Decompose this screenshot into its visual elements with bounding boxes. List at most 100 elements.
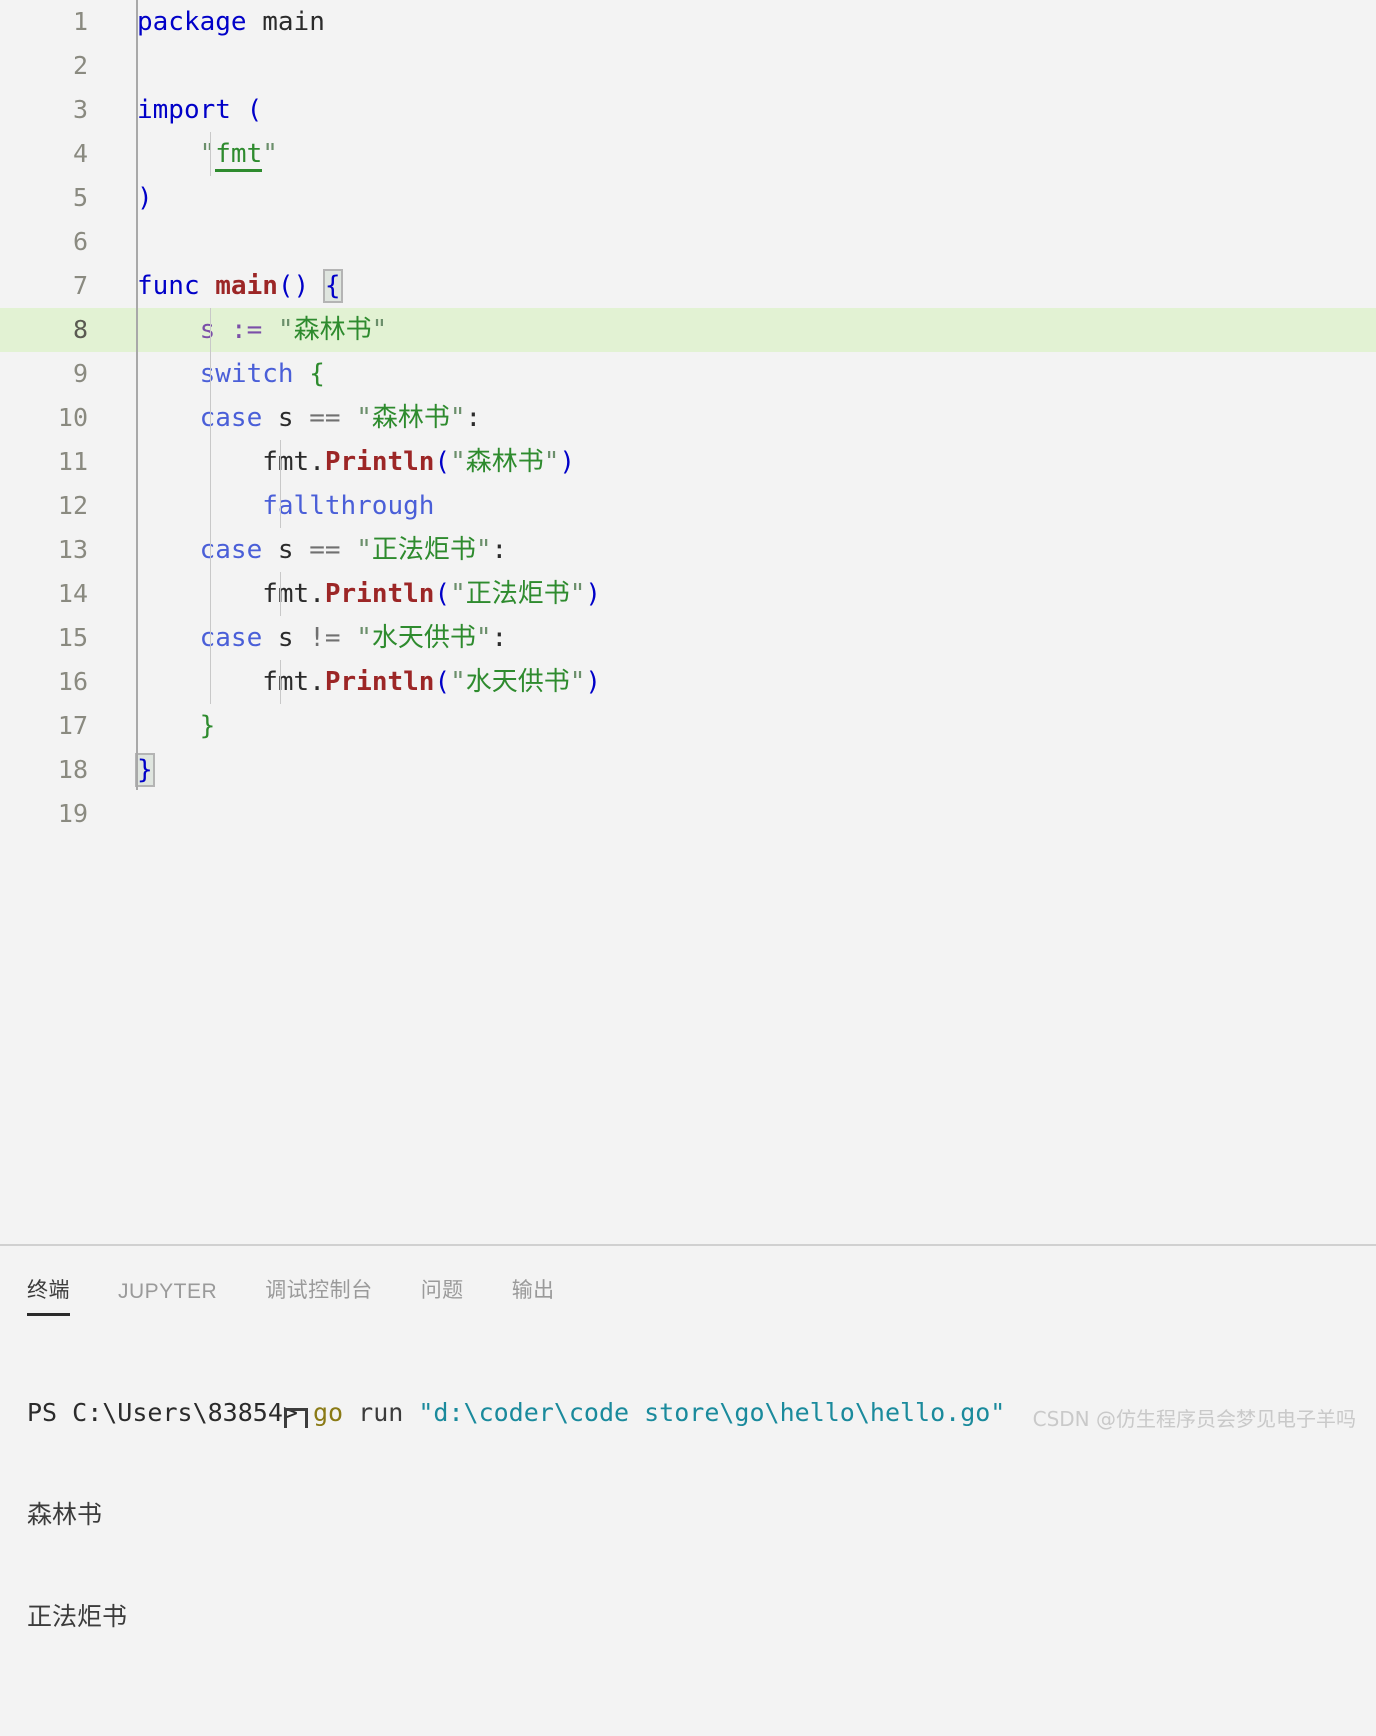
code-line[interactable]: 12 fallthrough xyxy=(0,484,1376,528)
code-line[interactable]: 11 fmt.Println("森林书") xyxy=(0,440,1376,484)
line-number: 1 xyxy=(72,7,88,36)
panel-tab-bar[interactable]: 终端 JUPYTER 调试控制台 问题 输出 xyxy=(0,1246,1376,1316)
line-number: 17 xyxy=(57,711,88,740)
line-number: 12 xyxy=(57,491,88,520)
tab-output[interactable]: 输出 xyxy=(512,1274,555,1316)
code-line[interactable]: 5 ) xyxy=(0,176,1376,220)
code-line[interactable]: 13 case s == "正法炬书": xyxy=(0,528,1376,572)
token-operator: == xyxy=(309,535,341,565)
token-string: 森林书 xyxy=(465,447,544,477)
line-number: 11 xyxy=(57,447,88,476)
code-line[interactable]: 6 xyxy=(0,220,1376,264)
line-content: case s != "水天供书": xyxy=(137,616,1376,660)
token-quote: " xyxy=(262,139,278,169)
line-content: func main() { xyxy=(137,264,1376,308)
token-string: 水天供书 xyxy=(371,623,476,653)
token-quote: " xyxy=(450,667,466,697)
token-identifier: main xyxy=(262,7,325,37)
line-content: import ( xyxy=(137,88,1376,132)
code-line[interactable]: 2 xyxy=(0,44,1376,88)
line-number: 2 xyxy=(72,51,88,80)
line-number: 19 xyxy=(57,799,88,828)
code-line[interactable]: 3 import ( xyxy=(0,88,1376,132)
bottom-panel[interactable]: 终端 JUPYTER 调试控制台 问题 输出 PS C:\Users\83854… xyxy=(0,1244,1376,1631)
token-quote: " xyxy=(475,623,492,653)
code-editor[interactable]: 1 package main 2 3 import ( 4 "fmt" 5 ) … xyxy=(0,0,1376,1244)
matching-brace-open: { xyxy=(322,269,343,303)
line-number: 7 xyxy=(72,271,88,300)
import-link-fmt[interactable]: fmt xyxy=(215,139,263,172)
code-line[interactable]: 7 func main() { xyxy=(0,264,1376,308)
indent-guide xyxy=(210,308,211,704)
line-content: fmt.Println("正法炬书") xyxy=(137,572,1376,616)
token-quote: " xyxy=(450,579,466,609)
token-keyword: fallthrough xyxy=(262,491,435,521)
terminal-subcommand: run xyxy=(343,1398,419,1427)
token-paren: ( xyxy=(434,579,451,609)
token-quote: " xyxy=(569,667,586,697)
token-colon: : xyxy=(491,535,508,565)
line-number: 10 xyxy=(57,403,88,432)
line-number: 13 xyxy=(57,535,88,564)
token-quote: " xyxy=(371,315,388,345)
token-quote: " xyxy=(450,447,466,477)
code-line[interactable]: 16 fmt.Println("水天供书") xyxy=(0,660,1376,704)
line-number: 16 xyxy=(57,667,88,696)
code-line[interactable]: 1 package main xyxy=(0,0,1376,44)
line-content: ) xyxy=(137,176,1376,220)
code-line[interactable]: 10 case s == "森林书": xyxy=(0,396,1376,440)
token-quote: " xyxy=(475,535,492,565)
token-dot: . xyxy=(309,667,325,697)
token-operator: != xyxy=(309,623,341,653)
code-area[interactable]: 1 package main 2 3 import ( 4 "fmt" 5 ) … xyxy=(0,0,1376,1244)
code-line[interactable]: 17 } xyxy=(0,704,1376,748)
line-number: 5 xyxy=(72,183,88,212)
token-dot: . xyxy=(309,447,325,477)
token-string: 森林书 xyxy=(293,315,372,345)
line-number: 15 xyxy=(57,623,88,652)
token-quote: " xyxy=(199,139,216,169)
token-variable: s xyxy=(277,623,294,653)
tab-jupyter[interactable]: JUPYTER xyxy=(118,1280,217,1316)
token-operator: := xyxy=(230,315,263,345)
token-quote: " xyxy=(356,623,372,653)
token-paren: ) xyxy=(137,183,153,213)
token-function-name: Println xyxy=(324,447,435,477)
indent-guide xyxy=(280,440,281,528)
matching-brace-close: } xyxy=(135,753,155,787)
terminal-body[interactable]: PS C:\Users\83854> go run "d:\coder\code… xyxy=(0,1316,1376,1736)
token-package: fmt xyxy=(262,447,310,477)
token-keyword: package xyxy=(137,7,247,37)
tab-debug-console[interactable]: 调试控制台 xyxy=(265,1274,373,1316)
terminal-output-line: 森林书 xyxy=(27,1500,103,1529)
token-string: 正法炬书 xyxy=(465,579,570,609)
token-quote: " xyxy=(356,403,372,433)
line-content: s := "森林书" xyxy=(137,308,1376,352)
code-line[interactable]: 14 fmt.Println("正法炬书") xyxy=(0,572,1376,616)
code-line[interactable]: 18 } xyxy=(0,748,1376,792)
tab-terminal[interactable]: 终端 xyxy=(27,1274,70,1316)
code-line-active[interactable]: 8 s := "森林书" xyxy=(0,308,1376,352)
csdn-watermark: CSDN @仿生程序员会梦见电子羊吗 xyxy=(1032,1407,1356,1431)
tab-problems[interactable]: 问题 xyxy=(421,1274,464,1316)
line-number: 3 xyxy=(72,95,88,124)
token-variable: s xyxy=(277,403,294,433)
token-paren: ) xyxy=(585,579,602,609)
terminal-output-line: 正法炬书 xyxy=(27,1602,128,1631)
indent-guide xyxy=(280,660,281,704)
token-string: 森林书 xyxy=(371,403,450,433)
line-content: case s == "森林书": xyxy=(137,396,1376,440)
token-brace: } xyxy=(199,711,216,741)
code-line[interactable]: 9 switch { xyxy=(0,352,1376,396)
token-dot: . xyxy=(309,579,325,609)
token-package: fmt xyxy=(262,667,310,697)
code-line[interactable]: 15 case s != "水天供书": xyxy=(0,616,1376,660)
token-paren: ( xyxy=(434,667,451,697)
line-number: 14 xyxy=(57,579,88,608)
token-keyword: switch xyxy=(199,359,294,389)
token-quote: " xyxy=(356,535,372,565)
code-line[interactable]: 19 xyxy=(0,792,1376,836)
code-line[interactable]: 4 "fmt" xyxy=(0,132,1376,176)
token-quote: " xyxy=(449,403,466,433)
token-colon: : xyxy=(465,403,482,433)
